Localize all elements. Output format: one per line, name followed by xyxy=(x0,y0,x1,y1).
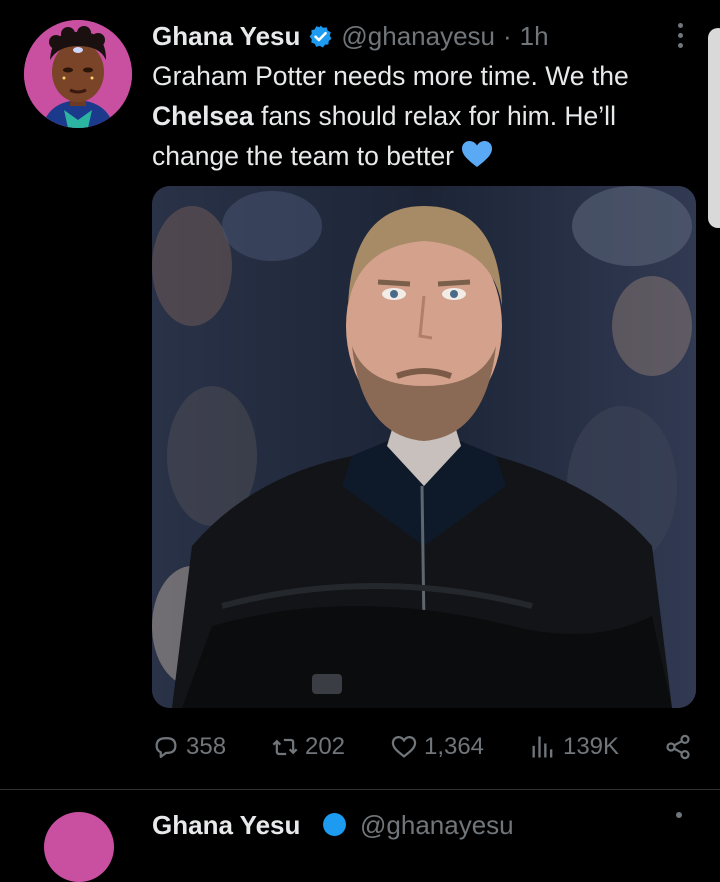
next-tweet-avatar[interactable] xyxy=(44,812,114,882)
share-icon xyxy=(666,734,690,760)
views-count: 139K xyxy=(562,733,620,760)
share-button[interactable] xyxy=(664,733,692,761)
blue-heart-icon xyxy=(460,139,494,169)
tweet-text-bold: Chelsea xyxy=(152,101,254,131)
tweet-header: Ghana Yesu @ghanayesu · 1h xyxy=(152,18,680,54)
author-handle[interactable]: @ghanayesu xyxy=(341,21,495,52)
like-count: 1,364 xyxy=(423,733,485,760)
retweet-button[interactable]: 202 xyxy=(271,733,345,761)
tweet-actions: 358 202 1,364 139K xyxy=(152,726,692,768)
reply-button[interactable]: 358 xyxy=(152,733,226,761)
verified-badge-icon xyxy=(308,24,333,49)
tweet-image[interactable] xyxy=(152,186,696,708)
next-tweet-handle[interactable]: @ghanayesu xyxy=(360,810,514,841)
next-more-options-icon[interactable] xyxy=(676,812,682,818)
reply-count: 358 xyxy=(186,733,227,760)
reply-icon xyxy=(155,737,177,759)
author-name[interactable]: Ghana Yesu xyxy=(152,21,300,52)
retweet-count: 202 xyxy=(304,733,346,760)
like-button[interactable]: 1,364 xyxy=(390,733,484,761)
retweet-icon xyxy=(272,738,298,756)
tweet[interactable]: Ghana Yesu @ghanayesu · 1h Graham Potter… xyxy=(0,0,720,790)
tweet-time[interactable]: 1h xyxy=(520,21,549,52)
more-options-icon[interactable] xyxy=(668,20,692,50)
views-chart-icon xyxy=(532,736,553,758)
author-avatar[interactable] xyxy=(24,20,132,128)
tweet-text-part1: Graham Potter needs more time. We the xyxy=(152,61,629,91)
tweet-text: Graham Potter needs more time. We the Ch… xyxy=(152,56,707,176)
next-verified-badge-icon xyxy=(322,812,347,837)
like-heart-icon xyxy=(391,735,417,758)
separator-dot: · xyxy=(503,20,512,51)
views-button[interactable]: 139K xyxy=(529,733,619,761)
next-tweet-author-name[interactable]: Ghana Yesu xyxy=(152,810,300,841)
tweet-divider xyxy=(0,789,720,790)
scrollbar-thumb[interactable] xyxy=(708,28,720,228)
